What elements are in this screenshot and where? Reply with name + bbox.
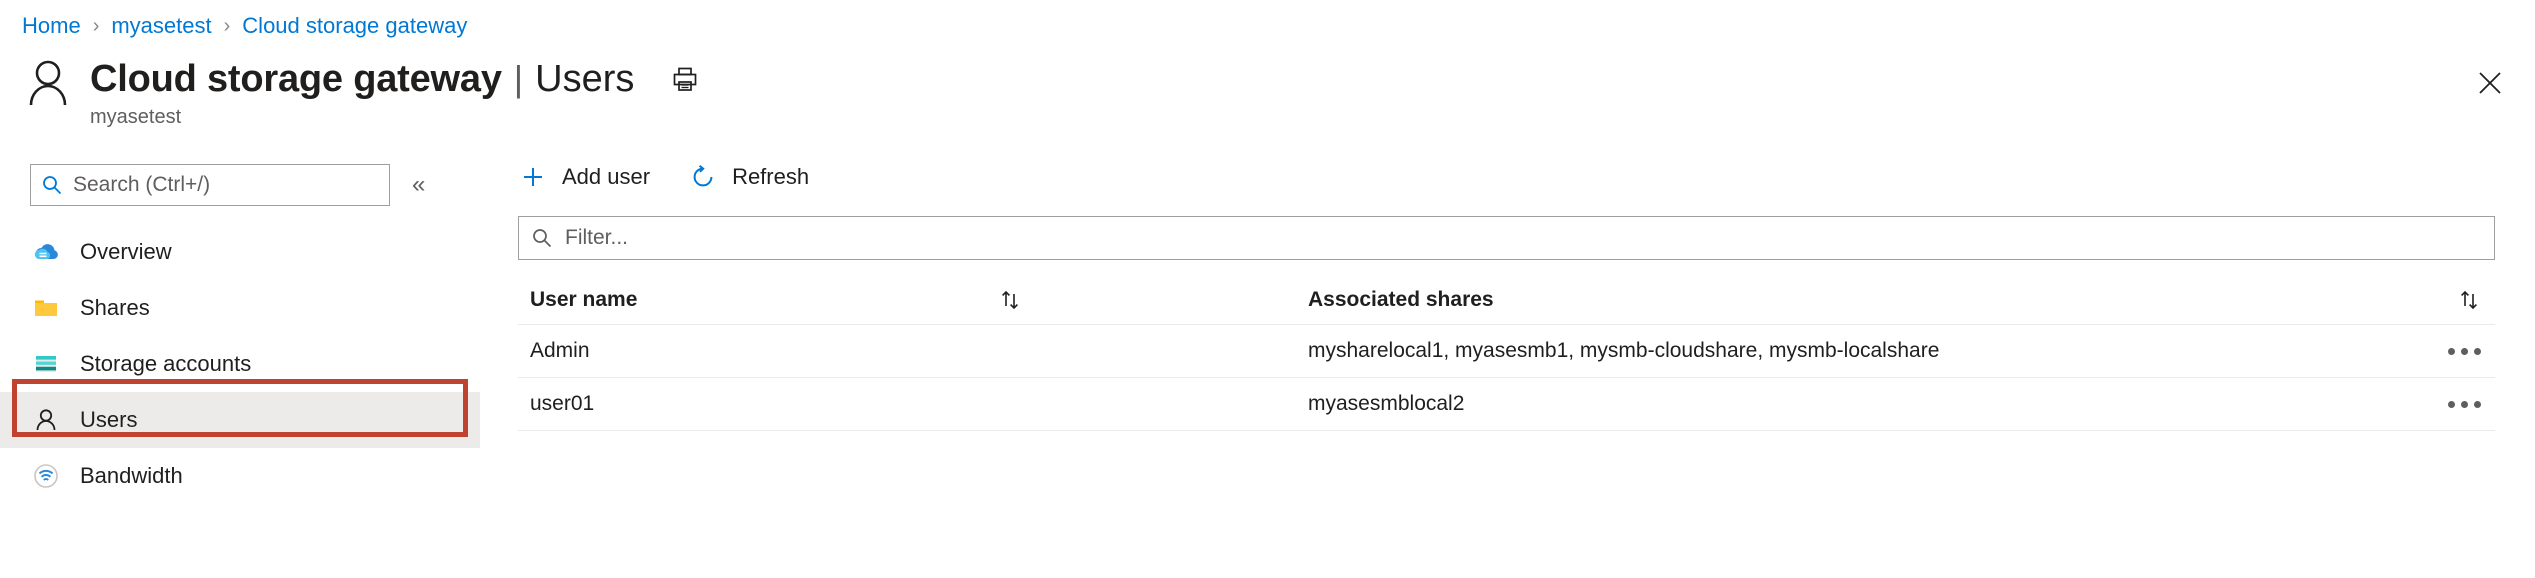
title-separator: | [513, 58, 524, 99]
sidebar-item-storage-accounts[interactable]: Storage accounts [0, 336, 480, 392]
associated-shares-value: mysharelocal1, myasesmb1, mysmb-cloudsha… [1308, 339, 1940, 362]
folder-icon [30, 292, 62, 324]
search-placeholder: Search (Ctrl+/) [73, 173, 211, 196]
breadcrumb-separator-icon: › [223, 14, 231, 37]
ellipsis-icon [2474, 400, 2481, 408]
plus-icon [518, 162, 548, 192]
sidebar-search-row: Search (Ctrl+/) « [30, 164, 480, 206]
sidebar-item-users[interactable]: Users [0, 392, 480, 448]
filter-placeholder: Filter... [565, 226, 629, 249]
breadcrumb-item-myasetest[interactable]: myasetest [111, 13, 211, 39]
table-header-row: User name Associated shares [518, 276, 2495, 325]
page-title: Cloud storage gateway [90, 58, 502, 100]
breadcrumb: Home › myasetest › Cloud storage gateway [22, 12, 467, 40]
users-table: User name Associated shares Admin myshar… [518, 276, 2495, 431]
sidebar-item-label: Shares [80, 295, 150, 320]
search-icon [531, 227, 553, 249]
add-user-button[interactable]: Add user [518, 157, 650, 197]
refresh-button[interactable]: Refresh [688, 157, 809, 197]
cell-user-name: Admin [518, 339, 998, 363]
refresh-label: Refresh [732, 164, 810, 189]
sidebar-item-label: Storage accounts [80, 351, 252, 376]
cell-associated-shares: myasesmblocal2 [1298, 392, 2415, 416]
sort-icon[interactable] [2457, 288, 2481, 312]
column-header-user-name[interactable]: User name [518, 288, 998, 312]
collapse-sidebar-icon[interactable]: « [412, 173, 425, 197]
add-user-label: Add user [562, 164, 651, 189]
breadcrumb-item-cloud-storage-gateway[interactable]: Cloud storage gateway [242, 13, 467, 39]
title-line: Cloud storage gateway | Users [90, 57, 702, 101]
table-row[interactable]: user01 myasesmblocal2 [518, 378, 2495, 431]
main-content: Add user Refresh Filter... User name Ass… [500, 150, 2535, 578]
user-name-value: user01 [530, 392, 595, 415]
cloud-icon [30, 236, 62, 268]
sidebar-item-overview[interactable]: Overview [0, 224, 480, 280]
breadcrumb-separator-icon: › [92, 14, 100, 37]
ellipsis-icon [2474, 347, 2481, 355]
column-header-associated-shares[interactable]: Associated shares [1298, 288, 2415, 312]
user-icon [30, 404, 62, 436]
cell-user-name: user01 [518, 392, 998, 416]
breadcrumb-item-home[interactable]: Home [22, 13, 81, 39]
row-menu-button[interactable] [2415, 400, 2495, 408]
resource-name-subtitle: myasetest [90, 106, 182, 128]
page-subtitle-section: Users [535, 58, 635, 100]
refresh-icon [688, 162, 718, 192]
cell-associated-shares: mysharelocal1, myasesmb1, mysmb-cloudsha… [1298, 339, 2415, 363]
user-name-value: Admin [530, 339, 590, 362]
sidebar-item-label: Users [80, 407, 138, 432]
sidebar-item-label: Overview [80, 239, 172, 264]
storage-account-icon [30, 348, 62, 380]
column-header-label: User name [530, 288, 638, 311]
ellipsis-icon [2461, 347, 2468, 355]
command-toolbar: Add user Refresh [500, 150, 2535, 204]
page-header: Cloud storage gateway | Users myasetest [22, 55, 702, 129]
sidebar-item-shares[interactable]: Shares [0, 280, 480, 336]
table-row[interactable]: Admin mysharelocal1, myasesmb1, mysmb-cl… [518, 325, 2495, 378]
row-menu-button[interactable] [2415, 347, 2495, 355]
sidebar-item-label: Bandwidth [80, 463, 183, 488]
title-texts: Cloud storage gateway | Users myasetest [90, 55, 702, 129]
sort-associated-shares[interactable] [2415, 288, 2495, 312]
ellipsis-icon [2448, 347, 2455, 355]
search-input[interactable]: Search (Ctrl+/) [30, 164, 390, 206]
column-header-label: Associated shares [1308, 288, 1494, 311]
sort-icon[interactable] [998, 288, 1022, 312]
sort-user-name[interactable] [998, 288, 1298, 312]
filter-input[interactable]: Filter... [518, 216, 2495, 260]
sidebar-nav-list: Overview Shares Storage accounts Users B… [0, 224, 480, 504]
sidebar: Search (Ctrl+/) « Overview Shares Storag… [0, 150, 480, 578]
sidebar-item-bandwidth[interactable]: Bandwidth [0, 448, 480, 504]
search-icon [41, 174, 63, 196]
user-outline-icon [22, 55, 74, 111]
bandwidth-icon [30, 460, 62, 492]
ellipsis-icon [2448, 400, 2455, 408]
associated-shares-value: myasesmblocal2 [1308, 392, 1465, 415]
close-icon[interactable] [2469, 62, 2511, 104]
print-icon[interactable] [668, 62, 702, 96]
ellipsis-icon [2461, 400, 2468, 408]
